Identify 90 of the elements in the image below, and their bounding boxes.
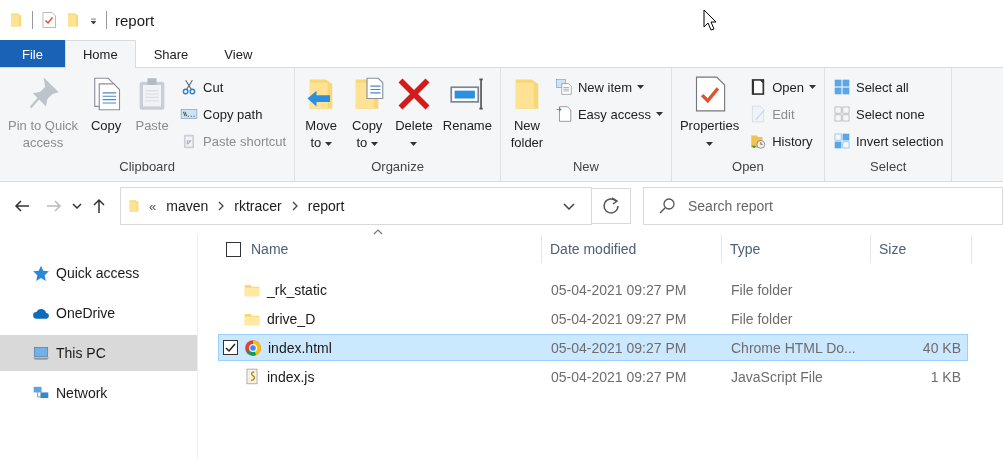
breadcrumb[interactable]: report — [305, 198, 347, 214]
nav-item[interactable]: OneDrive — [0, 295, 197, 331]
ribbon-button[interactable]: Copy path — [176, 101, 291, 127]
column-header[interactable]: Date modified — [542, 235, 722, 263]
date-modified: 05-04-2021 09:27 PM — [550, 339, 688, 356]
ribbon-button[interactable]: Move to — [299, 72, 344, 159]
column-header[interactable]: Name — [218, 235, 542, 263]
ribbon-button[interactable]: Cut — [176, 74, 291, 100]
date-modified: 05-04-2021 09:27 PM — [550, 368, 688, 385]
new-item-icon — [554, 78, 573, 96]
ribbon-button[interactable]: Properties — [675, 72, 744, 159]
file-row[interactable]: index.html 05-04-2021 09:27 PM Chrome HTML Do... 40 KB — [218, 334, 968, 361]
ribbon-tab[interactable]: View — [206, 40, 271, 67]
group-label: New — [571, 159, 600, 176]
ribbon-button[interactable]: New item — [550, 74, 667, 100]
column-header[interactable]: Type — [722, 235, 871, 263]
nav-item[interactable]: This PC — [0, 335, 197, 371]
ribbon-button[interactable]: Select all — [828, 74, 948, 100]
file-name: index.js — [267, 368, 315, 385]
ribbon-button[interactable]: History — [745, 128, 820, 154]
invert-selection-icon — [832, 132, 851, 150]
file-name: drive_D — [267, 310, 316, 327]
check-icon — [225, 342, 236, 353]
overflow-chevron[interactable]: « — [149, 198, 157, 214]
file-name: _rk_static — [267, 281, 327, 298]
search-icon — [659, 198, 675, 214]
file-type: Chrome HTML Do... — [730, 339, 857, 356]
sort-up-icon — [373, 229, 383, 235]
up-arrow-icon — [92, 198, 106, 214]
refresh-icon — [602, 197, 620, 215]
ribbon-button[interactable]: Invert selection — [828, 128, 948, 154]
folder-icon — [8, 11, 24, 29]
file-size: 40 KB — [921, 339, 962, 356]
file-row[interactable]: index.js 05-04-2021 09:27 PM JavaScript File 1 KB — [218, 363, 968, 390]
address-field[interactable]: « maven rktracer report — [120, 187, 592, 225]
file-row[interactable]: _rk_static 05-04-2021 09:27 PM File folder — [218, 276, 968, 303]
file-name: index.html — [268, 339, 332, 356]
ribbon-tab[interactable]: Share — [135, 40, 207, 67]
script-icon — [243, 367, 261, 386]
file-type: File folder — [730, 310, 794, 327]
date-modified: 05-04-2021 09:27 PM — [550, 281, 688, 298]
back-arrow-icon — [14, 199, 30, 213]
ribbon-button[interactable]: Copy — [84, 72, 129, 159]
ribbon-button[interactable]: New folder — [504, 72, 549, 159]
ribbon-button[interactable]: Copy to — [345, 72, 390, 159]
computer-icon — [32, 344, 50, 362]
properties-icon — [41, 11, 57, 29]
cursor-icon — [703, 9, 717, 31]
chevron-right-icon — [218, 201, 225, 211]
ribbon-tab[interactable]: Home — [64, 40, 136, 68]
checkbox[interactable] — [223, 340, 238, 355]
ribbon-button[interactable]: Easy access — [550, 101, 667, 127]
file-type: File folder — [730, 281, 794, 298]
group-label: Clipboard — [118, 159, 176, 176]
history-icon — [749, 132, 768, 150]
group-label: Open — [731, 159, 765, 176]
folder-icon — [127, 197, 141, 215]
nav-item[interactable]: Network — [0, 375, 197, 411]
chevron-right-icon — [291, 201, 298, 211]
ribbon-button[interactable]: Open — [745, 74, 820, 100]
file-row[interactable]: drive_D 05-04-2021 09:27 PM File folder — [218, 305, 968, 332]
ribbon-button[interactable]: Delete — [391, 72, 437, 159]
group-label: Select — [869, 159, 908, 176]
folder-icon — [65, 11, 81, 29]
easy-access-icon — [554, 105, 573, 123]
date-modified: 05-04-2021 09:27 PM — [550, 310, 688, 327]
window-title: report — [115, 11, 155, 29]
refresh-button[interactable] — [592, 188, 631, 224]
star-icon — [32, 264, 50, 282]
browser-icon — [244, 338, 262, 357]
file-size: 1 KB — [929, 368, 962, 385]
chevron-down-icon — [563, 202, 575, 210]
ribbon-button[interactable]: Rename — [438, 72, 496, 159]
checkbox[interactable] — [226, 241, 241, 257]
edit-icon — [749, 105, 768, 123]
breadcrumb[interactable]: maven — [164, 198, 211, 214]
recent-locations-button[interactable] — [70, 203, 84, 209]
forward-arrow-icon — [46, 199, 62, 213]
file-menu-tab[interactable]: File — [0, 40, 65, 67]
caret-icon — [89, 15, 98, 25]
nav-item[interactable]: Quick access — [0, 255, 197, 291]
ribbon-button[interactable]: Select none — [828, 101, 948, 127]
select-all-icon — [832, 78, 851, 96]
group-label: Organize — [370, 159, 425, 176]
file-type: JavaScript File — [730, 368, 824, 385]
chevron-down-icon — [72, 203, 82, 209]
search-field[interactable]: Search report — [643, 187, 1003, 225]
breadcrumb[interactable]: rktracer — [232, 198, 284, 214]
select-none-icon — [832, 105, 851, 123]
column-header[interactable]: Size — [871, 235, 972, 263]
